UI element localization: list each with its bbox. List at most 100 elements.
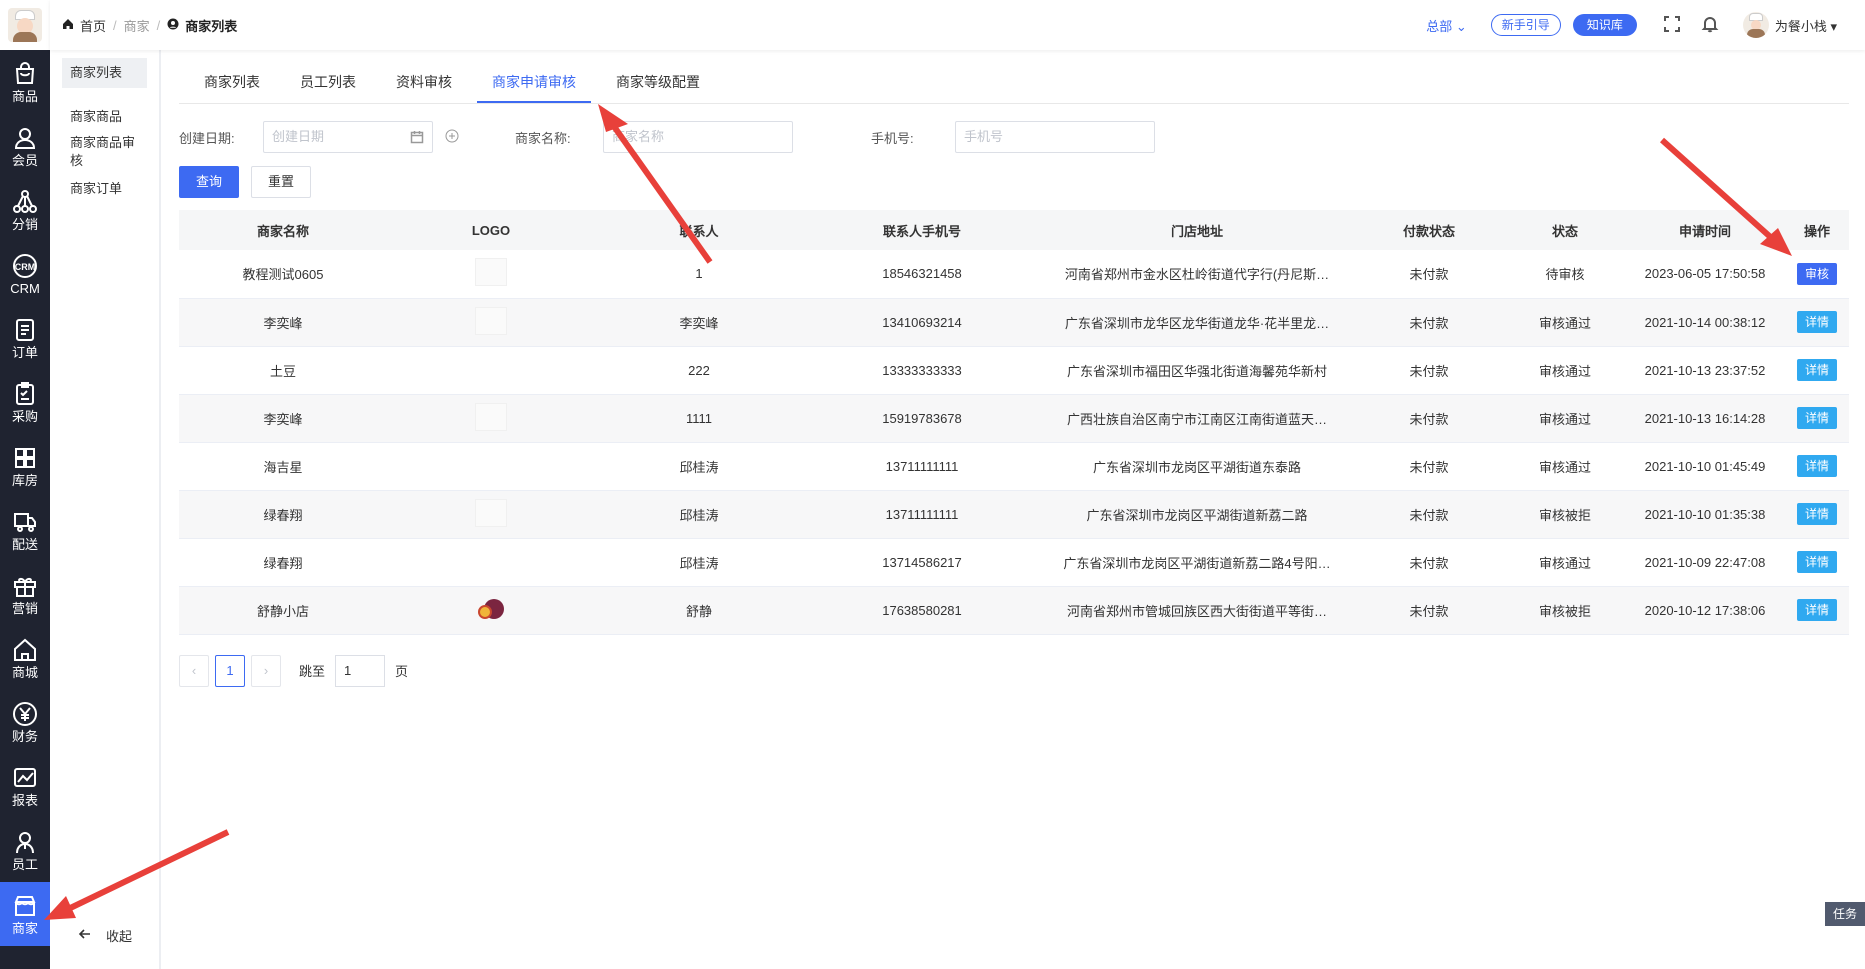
pagination: ‹ 1 › 跳至 1 页 — [179, 654, 1849, 687]
date-filter-label: 创建日期: — [179, 130, 235, 146]
branch-selector[interactable]: 总部 ⌄ — [1426, 16, 1467, 35]
phone-filter-input[interactable]: 手机号 — [955, 121, 1155, 153]
sidebar-item-label: 员工 — [11, 856, 38, 872]
chevron-right-icon: › — [263, 663, 269, 678]
sidebar-item-label: CRM — [10, 280, 40, 296]
prev-page-button[interactable]: ‹ — [179, 654, 209, 687]
sidebar-item-document[interactable]: 订单 — [0, 306, 50, 370]
logo-image — [475, 306, 507, 335]
reset-button[interactable]: 重置 — [251, 166, 311, 198]
sidebar-item-gift[interactable]: 营销 — [0, 562, 50, 626]
tab-merchant-level-config[interactable]: 商家等级配置 — [601, 67, 715, 103]
apply-time: 2020-10-12 17:38:06 — [1625, 586, 1785, 635]
contact-name: 李奕峰 — [595, 298, 803, 347]
subnav-item-merchant-orders[interactable]: 商家订单 — [62, 176, 147, 204]
detail-button[interactable]: 详情 — [1796, 503, 1837, 525]
payment-status: 未付款 — [1353, 538, 1505, 587]
phone-filter-placeholder: 手机号 — [964, 129, 1004, 144]
plus-circle-icon[interactable] — [445, 129, 459, 146]
breadcrumb-home[interactable]: 首页 — [80, 16, 106, 35]
detail-button[interactable]: 详情 — [1796, 311, 1837, 333]
column-header: 门店地址 — [1041, 210, 1353, 250]
guide-button[interactable]: 新手引导 — [1490, 14, 1561, 36]
breadcrumb-merchant[interactable]: 商家 — [124, 16, 150, 35]
app-logo[interactable] — [0, 0, 50, 50]
status: 审核通过 — [1505, 298, 1625, 347]
table-row: 绿春翔 邱桂涛 13714586217 广东省深圳市龙岗区平湖街道新荔二路4号阳… 未付… — [179, 538, 1849, 587]
collapse-label: 收起 — [106, 929, 133, 944]
tab-merchant-application-audit[interactable]: 商家申请审核 — [477, 67, 591, 103]
bell-icon[interactable] — [1701, 15, 1719, 36]
detail-button[interactable]: 详情 — [1796, 551, 1837, 573]
status: 待审核 — [1505, 250, 1625, 299]
column-header: 申请时间 — [1625, 210, 1785, 250]
sidebar-item-label: 配送 — [11, 536, 38, 552]
fullscreen-icon[interactable] — [1663, 15, 1681, 36]
contact-phone: 17638580281 — [803, 586, 1041, 635]
audit-button[interactable]: 审核 — [1796, 262, 1837, 285]
sidebar-item-crm[interactable]: CRM CRM — [0, 242, 50, 306]
username: 为餐小栈 — [1774, 18, 1827, 34]
sidebar-item-chart[interactable]: 报表 — [0, 754, 50, 818]
store-address: 河南省郑州市金水区杜岭街道代字行(丹尼斯… — [1041, 250, 1353, 299]
logo-cell — [387, 490, 595, 539]
apply-time: 2021-10-13 16:14:28 — [1625, 394, 1785, 443]
query-button[interactable]: 查询 — [179, 166, 239, 198]
contact-name: 邱桂涛 — [595, 442, 803, 491]
table-row: 教程测试0605 1 18546321458 河南省郑州市金水区杜岭街道代字行(丹尼斯… — [179, 250, 1849, 299]
tab-merchant-list[interactable]: 商家列表 — [189, 67, 275, 103]
name-filter-placeholder: 商家名称 — [612, 129, 665, 144]
contact-name: 222 — [595, 346, 803, 395]
logo-cell — [387, 442, 595, 491]
task-badge[interactable]: 任务 — [1824, 902, 1865, 926]
contact-name: 舒静 — [595, 586, 803, 635]
detail-button[interactable]: 详情 — [1796, 359, 1837, 381]
logo-cell — [387, 586, 595, 635]
subnav-item-merchant-goods[interactable]: 商家商品 — [62, 102, 147, 132]
sidebar-item-truck[interactable]: 配送 — [0, 498, 50, 562]
detail-button[interactable]: 详情 — [1796, 455, 1837, 477]
sidebar-item-label: 商品 — [11, 88, 38, 104]
tab-profile-audit[interactable]: 资料审核 — [381, 67, 467, 103]
collapse-button[interactable]: 收起 — [78, 926, 132, 945]
operation-cell: 详情 — [1785, 490, 1849, 539]
sidebar-item-store[interactable]: 商家 — [0, 882, 50, 946]
knowledge-base-button[interactable]: 知识库 — [1572, 14, 1637, 36]
contact-name: 1 — [595, 250, 803, 299]
gift-icon — [14, 577, 36, 597]
sidebar-item-user[interactable]: 会员 — [0, 114, 50, 178]
date-filter-input[interactable]: 创建日期 — [263, 121, 433, 153]
jump-page-input[interactable]: 1 — [335, 654, 386, 687]
chart-icon — [14, 767, 36, 787]
tab-staff-list[interactable]: 员工列表 — [285, 67, 371, 103]
name-filter-input[interactable]: 商家名称 — [603, 121, 793, 153]
merchant-name: 李奕峰 — [179, 298, 387, 347]
sidebar-item-boxes[interactable]: 库房 — [0, 434, 50, 498]
staff-icon — [16, 831, 34, 853]
status: 审核被拒 — [1505, 490, 1625, 539]
detail-button[interactable]: 详情 — [1796, 407, 1837, 429]
user-menu[interactable]: 为餐小栈 ▾ — [1775, 16, 1837, 35]
svg-text:CRM: CRM — [15, 262, 36, 272]
caret-down-icon: ▾ — [1830, 18, 1837, 34]
next-page-button[interactable]: › — [251, 654, 281, 687]
status: 审核通过 — [1505, 538, 1625, 587]
logo-image — [478, 597, 504, 621]
sidebar-item-yen[interactable]: 财务 — [0, 690, 50, 754]
subnav-item-merchant-goods-audit[interactable]: 商家商品审核 — [62, 132, 144, 176]
sidebar-item-bag[interactable]: 商品 — [0, 50, 50, 114]
merchant-name: 教程测试0605 — [179, 250, 387, 299]
user-avatar[interactable] — [1742, 12, 1769, 38]
detail-button[interactable]: 详情 — [1796, 599, 1837, 621]
sidebar-item-staff[interactable]: 员工 — [0, 818, 50, 882]
contact-phone: 13333333333 — [803, 346, 1041, 395]
sidebar-item-clipboard[interactable]: 采购 — [0, 370, 50, 434]
subnav-item-merchant-list[interactable]: 商家列表 — [62, 58, 147, 88]
page-number[interactable]: 1 — [215, 654, 245, 687]
sub-navigation: 商家列表 商家商品 商家商品审核 商家订单 收起 — [50, 50, 161, 969]
sidebar-item-house[interactable]: 商城 — [0, 626, 50, 690]
home-icon — [62, 18, 74, 33]
merchant-name: 土豆 — [179, 346, 387, 395]
sidebar-item-network[interactable]: 分销 — [0, 178, 50, 242]
column-header: 付款状态 — [1353, 210, 1505, 250]
